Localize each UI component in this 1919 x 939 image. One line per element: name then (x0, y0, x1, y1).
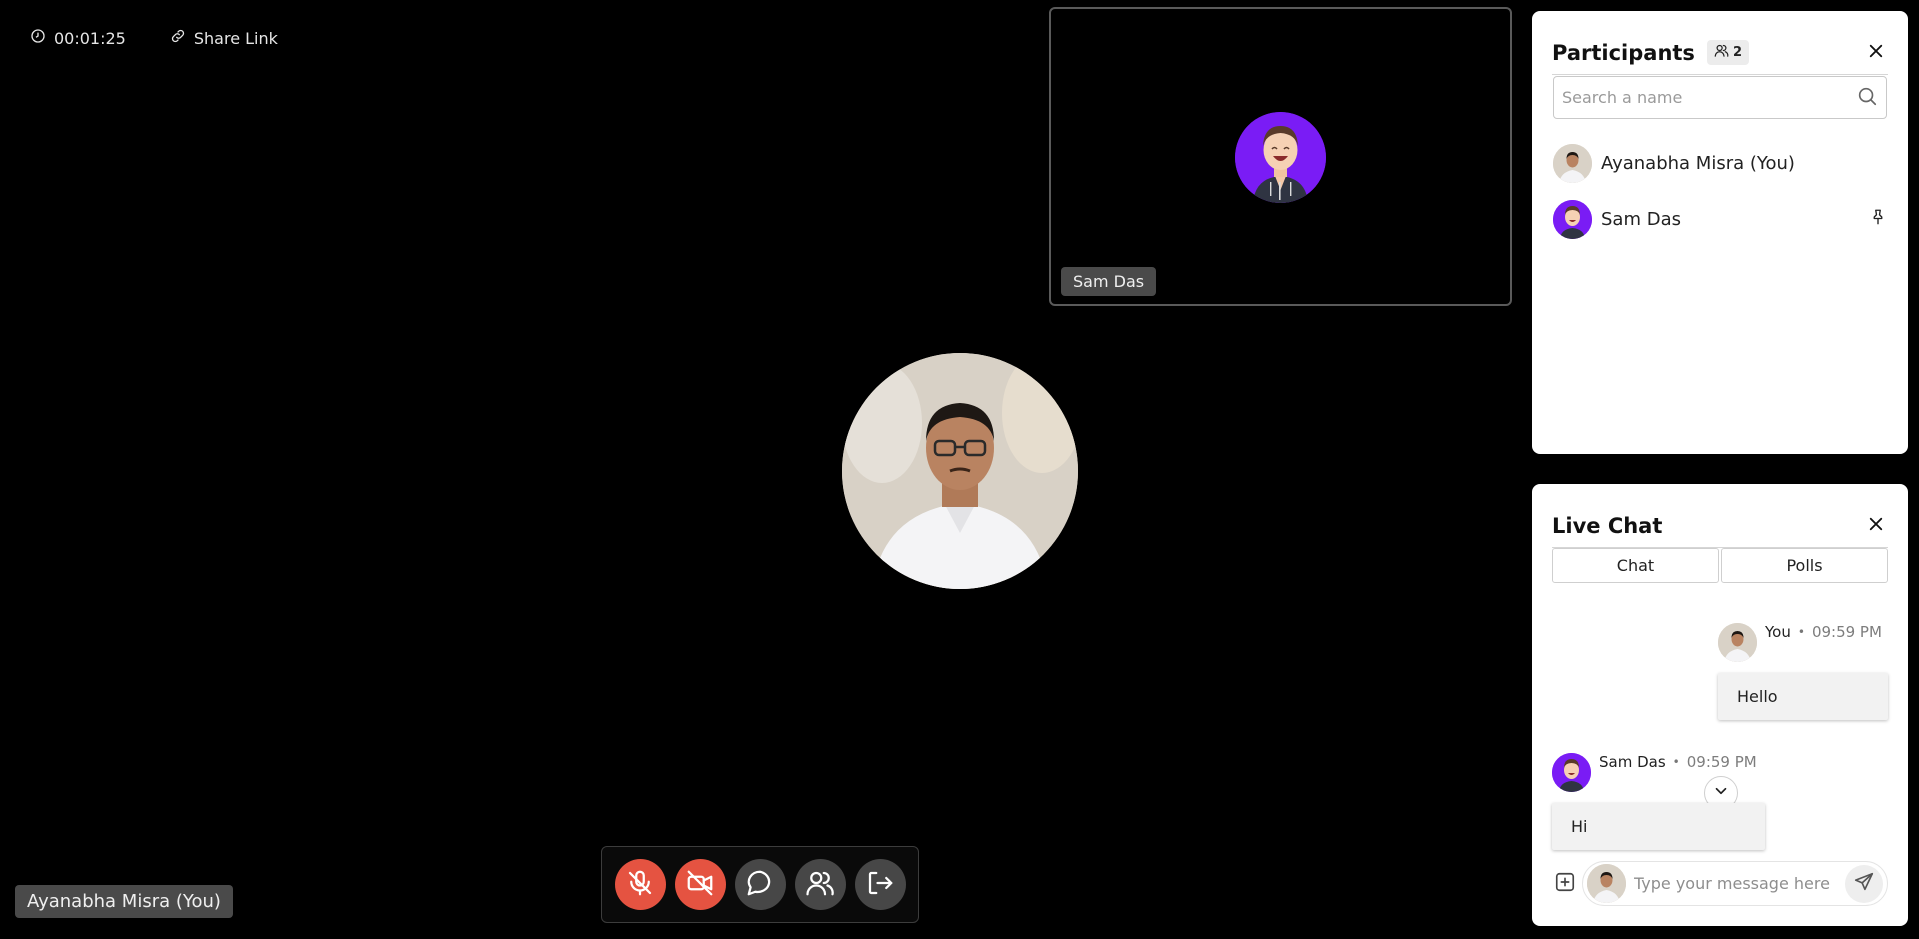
users-icon (1714, 43, 1729, 62)
message-input[interactable] (1634, 874, 1845, 893)
message-time: 09:59 PM (1811, 623, 1882, 641)
participants-count-badge: 2 (1706, 40, 1749, 65)
live-chat-header: Live Chat (1552, 504, 1888, 548)
close-icon (1867, 515, 1885, 537)
participants-panel: Participants 2 Search a name Ayanabha Mi… (1532, 11, 1908, 454)
exit-icon (865, 868, 895, 902)
leave-meeting-button[interactable] (854, 859, 906, 910)
close-participants-button[interactable] (1864, 41, 1888, 65)
participants-title: Participants (1552, 40, 1695, 65)
chat-toggle-button[interactable] (734, 859, 786, 910)
remote-name-tag: Sam Das (1061, 267, 1157, 296)
send-message-button[interactable] (1845, 864, 1883, 903)
share-link-label: Share Link (193, 28, 278, 48)
participants-header: Participants 2 (1552, 31, 1888, 75)
close-chat-button[interactable] (1864, 514, 1888, 538)
message-input-wrapper (1582, 861, 1888, 906)
mic-toggle-button[interactable] (614, 859, 666, 910)
clock-icon (30, 28, 46, 48)
live-chat-title: Live Chat (1552, 513, 1663, 538)
participant-name: Ayanabha Misra (You) (1601, 152, 1795, 174)
avatar (1552, 753, 1591, 792)
message-time: 09:59 PM (1686, 753, 1757, 771)
search-icon[interactable] (1856, 85, 1878, 111)
users-icon (805, 868, 835, 902)
meeting-meta: 00:01:25 Share Link (30, 28, 278, 48)
meeting-stage: 00:01:25 Share Link Sam Das Ayanabha Mis… (0, 0, 1919, 939)
avatar (1718, 623, 1757, 662)
remote-avatar (1235, 112, 1326, 203)
remote-video-tile[interactable]: Sam Das (1049, 7, 1512, 306)
participant-search-input[interactable] (1562, 88, 1856, 107)
link-icon (170, 28, 186, 48)
message-composer (1552, 861, 1888, 906)
chat-tabs: Chat Polls (1552, 548, 1888, 583)
chat-bubble-icon (745, 868, 775, 902)
participant-search-box (1553, 76, 1887, 119)
camera-toggle-button[interactable] (674, 859, 726, 910)
self-name-tag: Ayanabha Misra (You) (15, 885, 233, 918)
message-sender: You (1765, 623, 1791, 641)
participant-row[interactable]: Ayanabha Misra (You) (1553, 135, 1887, 191)
send-icon (1853, 871, 1875, 897)
video-off-icon (685, 868, 715, 902)
avatar (1553, 199, 1592, 239)
participants-count: 2 (1732, 45, 1742, 60)
self-avatar (842, 353, 1078, 589)
participants-toggle-button[interactable] (794, 859, 846, 910)
avatar (1587, 864, 1626, 903)
live-chat-panel: Live Chat Chat Polls You • 09:59 PM Hell… (1532, 484, 1908, 926)
avatar (1553, 143, 1592, 183)
pin-icon[interactable] (1869, 208, 1887, 230)
share-link-button[interactable]: Share Link (170, 28, 278, 48)
participant-row[interactable]: Sam Das (1553, 191, 1887, 247)
message-bubble: Hello (1718, 673, 1888, 720)
timer-text: 00:01:25 (54, 28, 126, 48)
message-bubble: Hi (1552, 803, 1765, 850)
meeting-timer: 00:01:25 (30, 28, 126, 48)
message-meta: Sam Das • 09:59 PM (1599, 753, 1757, 771)
tab-polls[interactable]: Polls (1721, 548, 1888, 583)
participants-list: Ayanabha Misra (You) Sam Das (1553, 135, 1887, 247)
participant-name: Sam Das (1601, 208, 1681, 230)
message-meta: You • 09:59 PM (1765, 623, 1882, 641)
close-icon (1867, 42, 1885, 64)
control-bar (601, 846, 919, 923)
chevron-down-icon (1712, 782, 1730, 804)
tab-chat[interactable]: Chat (1552, 548, 1719, 583)
add-attachment-button[interactable] (1552, 871, 1578, 897)
mic-off-icon (625, 868, 655, 902)
plus-square-icon (1554, 871, 1576, 897)
message-sender: Sam Das (1599, 753, 1666, 771)
